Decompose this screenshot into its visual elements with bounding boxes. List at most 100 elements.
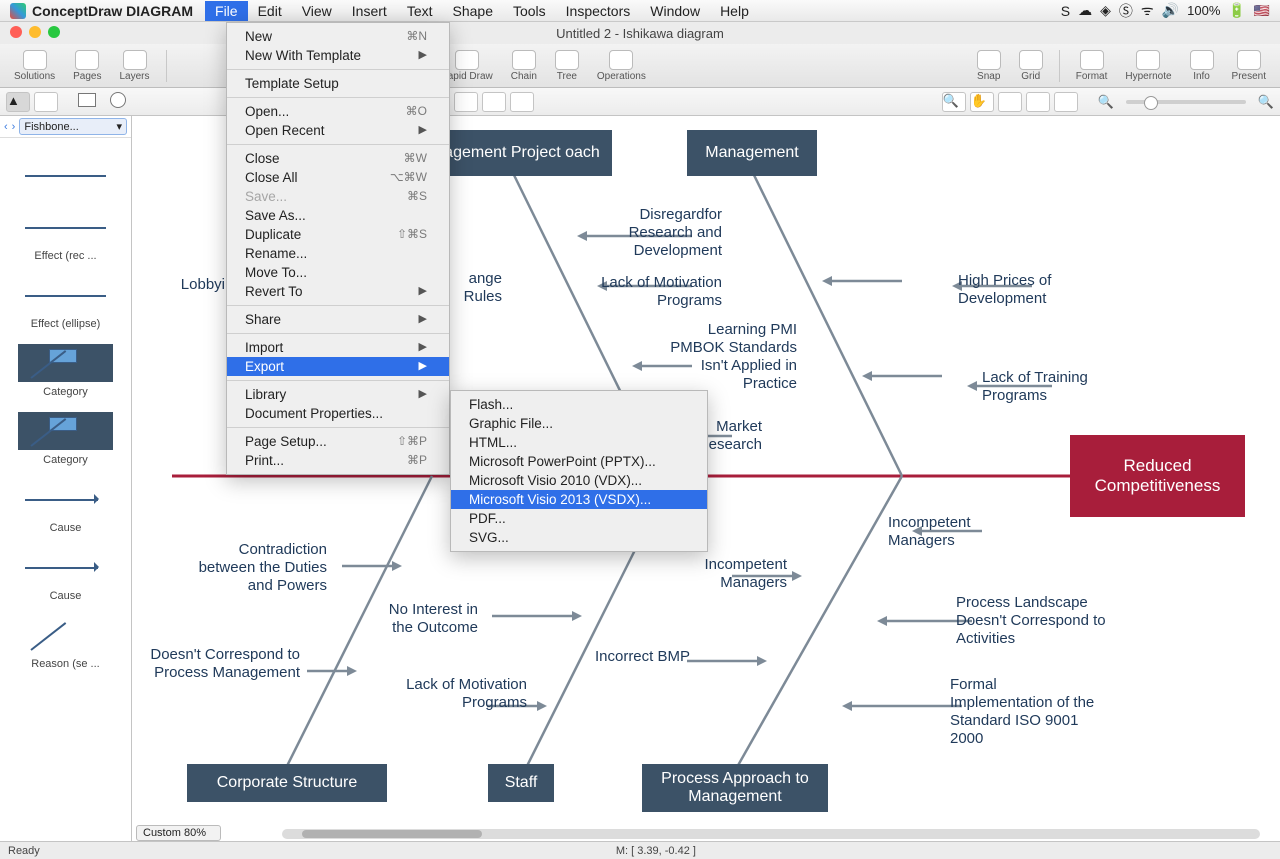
text-tool-icon[interactable] [34, 92, 58, 112]
dimension-tool-icon[interactable] [510, 92, 534, 112]
shape-thumb-icon [18, 276, 113, 314]
menu-text[interactable]: Text [397, 1, 443, 21]
file-menu-item[interactable]: Page Setup...⇧⌘P [227, 432, 449, 451]
export-menu-item[interactable]: Graphic File... [451, 414, 707, 433]
menu-edit[interactable]: Edit [248, 1, 292, 21]
export-menu-item[interactable]: Microsoft Visio 2010 (VDX)... [451, 471, 707, 490]
cause-label: No Interest in the Outcome [368, 601, 478, 637]
file-menu-item[interactable]: Template Setup [227, 74, 449, 93]
file-menu-item[interactable]: New⌘N [227, 27, 449, 46]
grid-icon [1019, 50, 1043, 70]
export-menu-item[interactable]: PDF... [451, 509, 707, 528]
lib-item[interactable]: Category [4, 412, 127, 466]
pan-tool-icon[interactable]: ✋ [970, 92, 994, 112]
tb-solutions[interactable]: Solutions [8, 50, 61, 82]
sidebar-back-icon[interactable]: ‹ [4, 121, 8, 133]
file-menu-item[interactable]: Print...⌘P [227, 451, 449, 470]
file-menu-item[interactable]: Close⌘W [227, 149, 449, 168]
zoom-in-icon[interactable]: 🔍 [1258, 94, 1274, 110]
tb-grid[interactable]: Grid [1013, 50, 1049, 82]
brush-tool-icon[interactable] [1054, 92, 1078, 112]
zoom-combo[interactable]: Custom 80% [136, 825, 221, 841]
category-box[interactable]: Corporate Structure [187, 764, 387, 802]
present-icon [1237, 50, 1261, 70]
zoom-window-icon[interactable] [48, 26, 60, 38]
close-window-icon[interactable] [10, 26, 22, 38]
file-menu-item[interactable]: Open Recent▶ [227, 121, 449, 140]
cause-label: Disregardfor Research and Development [602, 206, 722, 260]
lib-item[interactable]: Reason (se ... [4, 616, 127, 670]
lib-item[interactable] [4, 156, 127, 194]
hypernote-icon [1136, 50, 1160, 70]
tb-info[interactable]: Info [1184, 50, 1220, 82]
export-menu-item[interactable]: Microsoft PowerPoint (PPTX)... [451, 452, 707, 471]
rect-shape-icon[interactable] [78, 93, 96, 110]
file-menu-item[interactable]: Save As... [227, 206, 449, 225]
tb-present[interactable]: Present [1226, 50, 1272, 82]
file-menu-item[interactable]: Open...⌘O [227, 102, 449, 121]
menu-tools[interactable]: Tools [503, 1, 556, 21]
tb-tree[interactable]: Tree [549, 50, 585, 82]
battery-pct: 100% [1187, 3, 1220, 18]
menu-view[interactable]: View [292, 1, 342, 21]
lib-item[interactable]: Effect (rec ... [4, 208, 127, 262]
menu-shape[interactable]: Shape [443, 1, 503, 21]
file-menu-item[interactable]: Revert To▶ [227, 282, 449, 301]
export-menu-item[interactable]: Flash... [451, 395, 707, 414]
minimize-window-icon[interactable] [29, 26, 41, 38]
menu-file[interactable]: File [205, 1, 248, 21]
sidebar-fwd-icon[interactable]: › [12, 121, 16, 133]
file-menu-item[interactable]: Share▶ [227, 310, 449, 329]
library-selector[interactable]: Fishbone...▾ [19, 118, 127, 135]
file-menu-item[interactable]: Export▶ [227, 357, 449, 376]
library-selector-label: Fishbone... [24, 121, 78, 133]
file-menu-item[interactable]: Duplicate⇧⌘S [227, 225, 449, 244]
lib-item[interactable]: Cause [4, 480, 127, 534]
tb-operations[interactable]: Operations [591, 50, 652, 82]
menu-window[interactable]: Window [640, 1, 710, 21]
file-menu-item[interactable]: Save...⌘S [227, 187, 449, 206]
tb-snap[interactable]: Snap [971, 50, 1007, 82]
tb-format[interactable]: Format [1070, 50, 1114, 82]
horizontal-scrollbar[interactable] [282, 829, 1260, 839]
eyedropper-icon[interactable] [1026, 92, 1050, 112]
crop-tool-icon[interactable] [998, 92, 1022, 112]
cause-label: Lack of Motivation Programs [592, 274, 722, 310]
file-menu-item[interactable]: Import▶ [227, 338, 449, 357]
menu-inspectors[interactable]: Inspectors [556, 1, 641, 21]
info-icon [1190, 50, 1214, 70]
category-box[interactable]: Process Approach to Management [642, 764, 828, 812]
traffic-lights[interactable] [10, 26, 60, 38]
ellipse-shape-icon[interactable] [110, 92, 126, 111]
tb-chain[interactable]: Chain [505, 50, 543, 82]
export-menu-item[interactable]: SVG... [451, 528, 707, 547]
tb-layers[interactable]: Layers [114, 50, 156, 82]
category-box[interactable]: Staff [488, 764, 554, 802]
cause-label: ange Rules [452, 270, 502, 306]
tb-hypernote[interactable]: Hypernote [1119, 50, 1177, 82]
lib-item[interactable]: Category [4, 344, 127, 398]
category-box[interactable]: agement Project oach [432, 130, 612, 176]
polyline-tool-icon[interactable] [454, 92, 478, 112]
select-tool-icon[interactable]: ▲ [6, 92, 30, 112]
tb-pages[interactable]: Pages [67, 50, 107, 82]
library-sidebar: ‹ › Fishbone...▾ Effect (rec ... Effect … [0, 116, 132, 841]
file-menu-item[interactable]: Rename... [227, 244, 449, 263]
zoom-out-icon[interactable]: 🔍 [1098, 94, 1114, 110]
lib-item[interactable]: Effect (ellipse) [4, 276, 127, 330]
smart-tool-icon[interactable] [482, 92, 506, 112]
file-menu-item[interactable]: Document Properties... [227, 404, 449, 423]
menu-help[interactable]: Help [710, 1, 759, 21]
zoom-tool-icon[interactable]: 🔍 [942, 92, 966, 112]
file-menu-item[interactable]: New With Template▶ [227, 46, 449, 65]
file-menu-item[interactable]: Close All⌥⌘W [227, 168, 449, 187]
menu-insert[interactable]: Insert [342, 1, 397, 21]
lib-item[interactable]: Cause [4, 548, 127, 602]
category-box[interactable]: Management [687, 130, 817, 176]
zoom-slider[interactable] [1126, 100, 1246, 104]
effect-box[interactable]: Reduced Competitiveness [1070, 435, 1245, 517]
file-menu-item[interactable]: Library▶ [227, 385, 449, 404]
export-menu-item[interactable]: Microsoft Visio 2013 (VSDX)... [451, 490, 707, 509]
export-menu-item[interactable]: HTML... [451, 433, 707, 452]
file-menu-item[interactable]: Move To... [227, 263, 449, 282]
